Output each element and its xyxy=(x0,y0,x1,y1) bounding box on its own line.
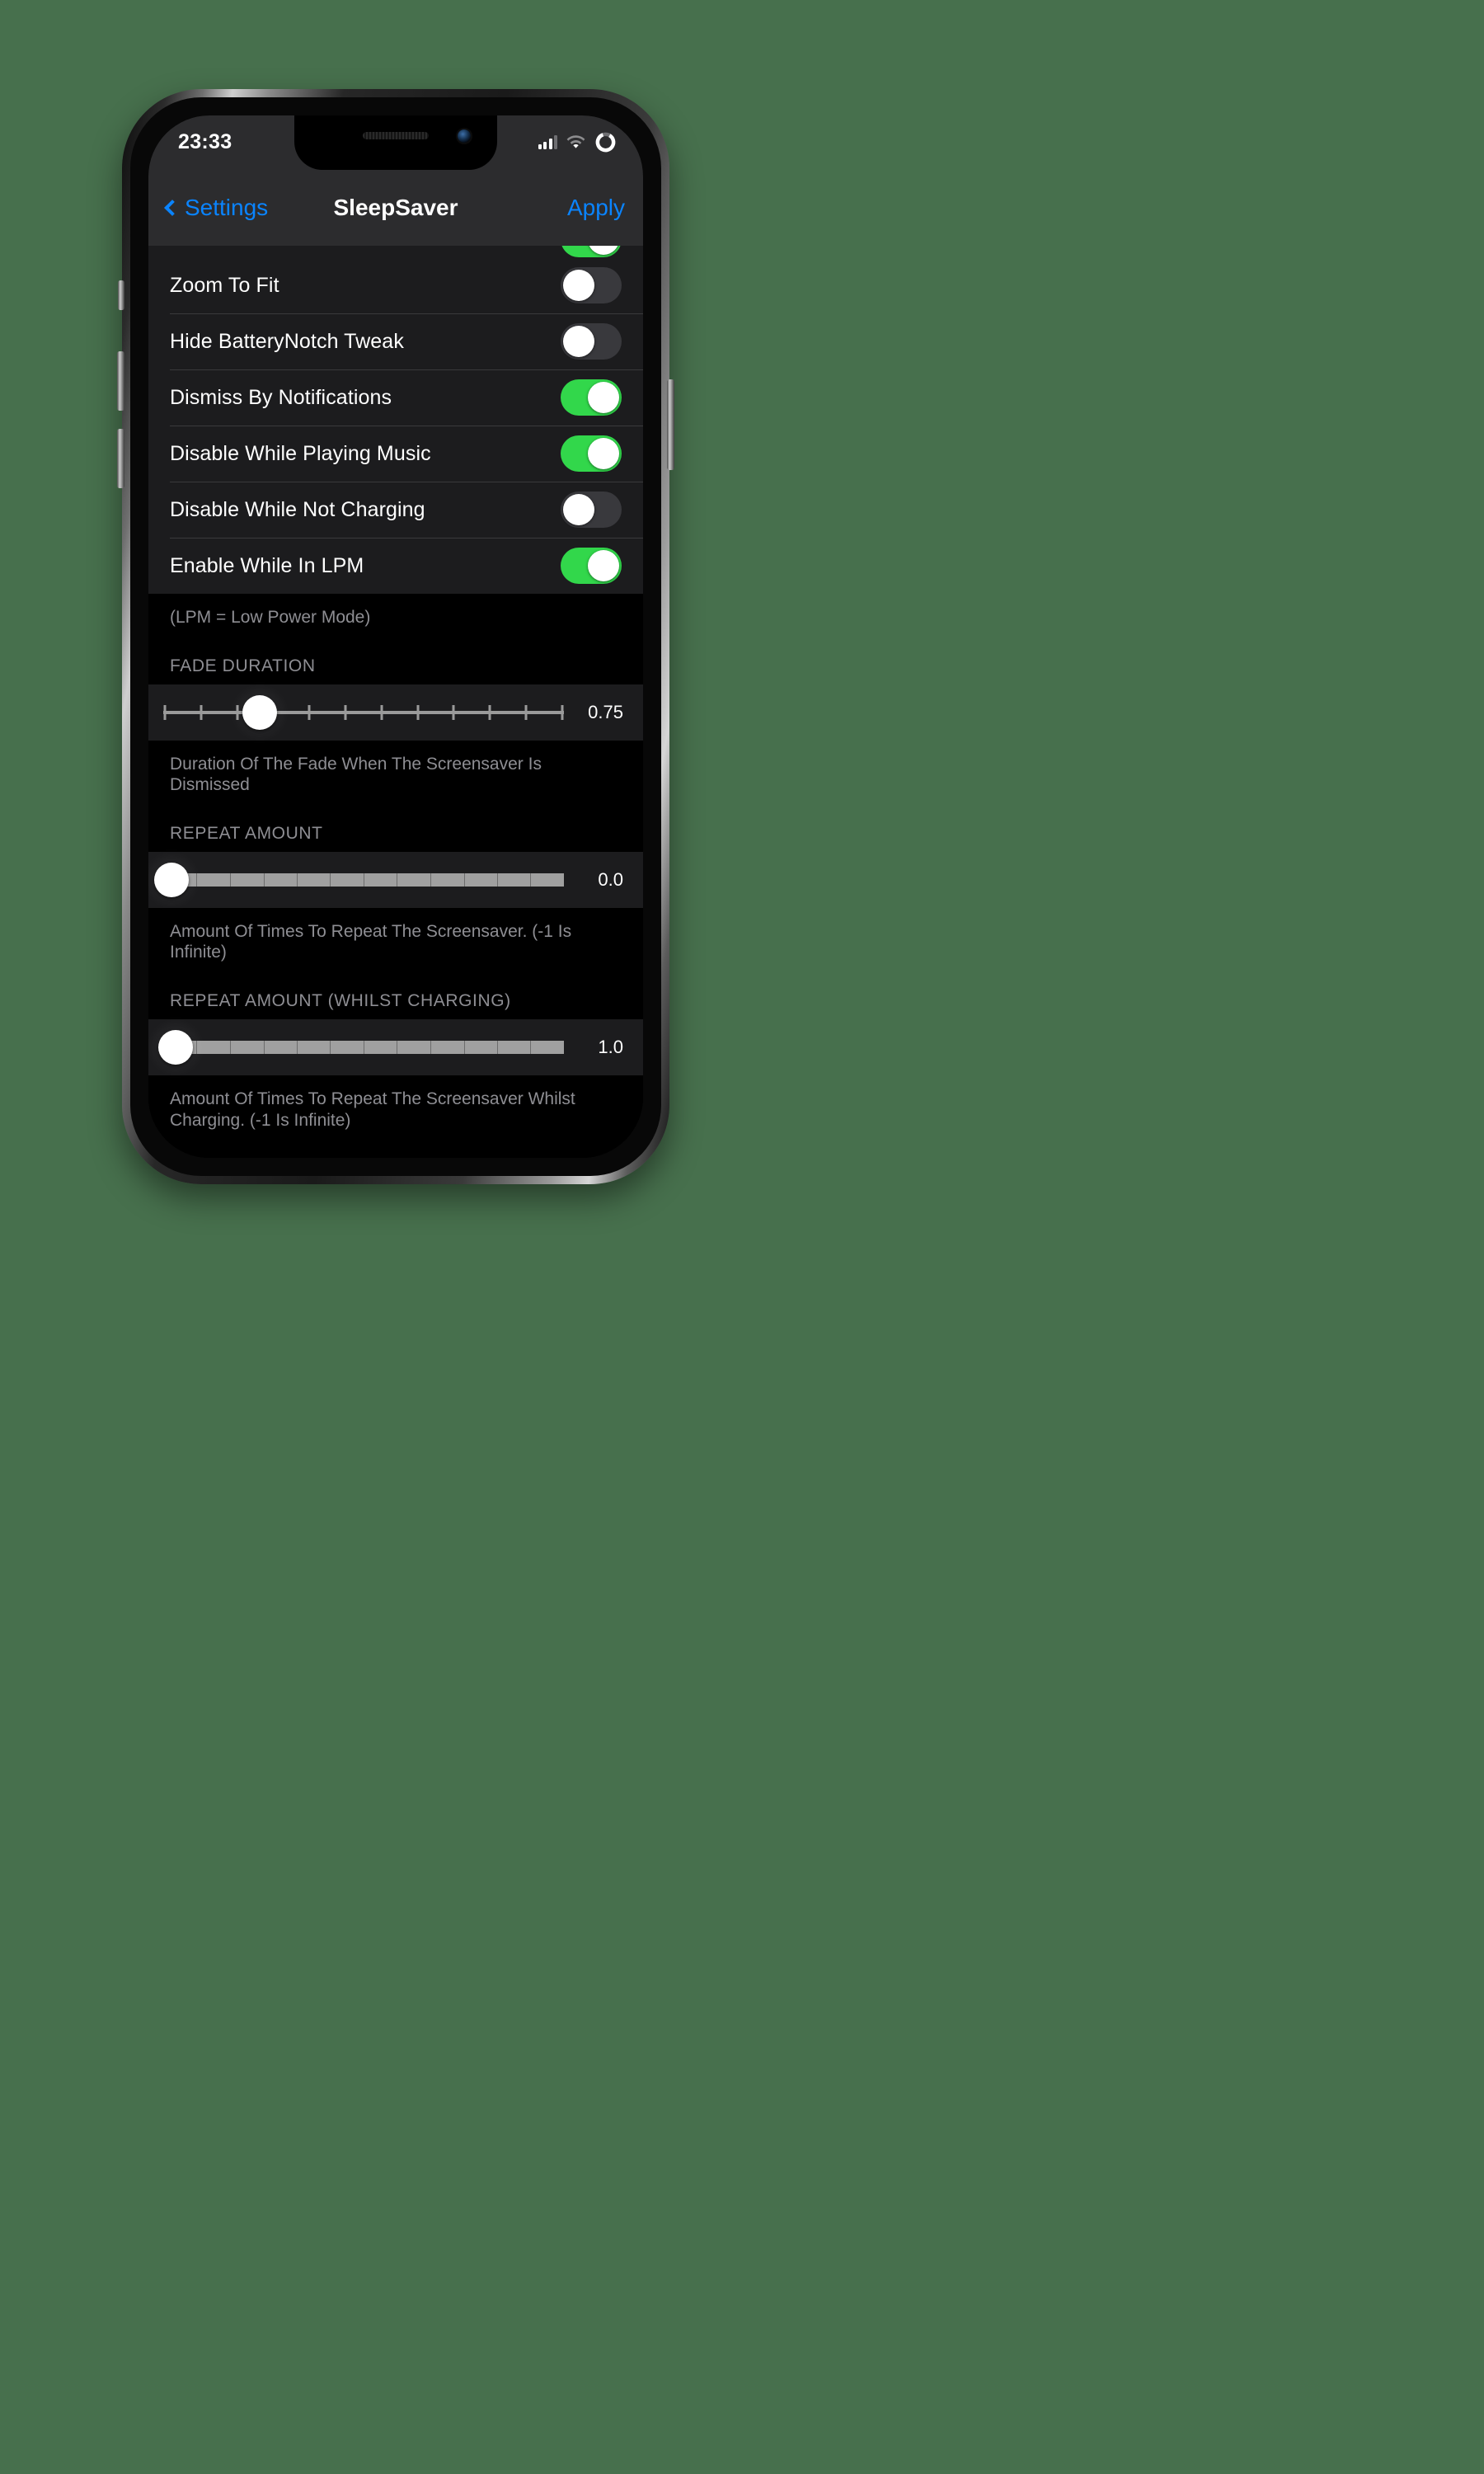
section-header-fade-duration: FADE DURATION xyxy=(148,628,643,684)
row-label: Enable While In LPM xyxy=(170,553,364,577)
earpiece-speaker-icon xyxy=(363,132,429,139)
footer-text: Amount Of Times To Repeat The Screensave… xyxy=(170,1089,575,1130)
row-label: Zoom To Fit xyxy=(170,273,279,297)
toggle-knob xyxy=(563,326,594,357)
status-bar-icons xyxy=(538,131,619,155)
section-header-repeat-amount-charging: REPEAT AMOUNT (WHILST CHARGING) xyxy=(148,963,643,1020)
status-bar-clock: 23:33 xyxy=(178,129,232,153)
settings-list[interactable]: Zoom To Fit Hide BatteryNotch Tweak Dism… xyxy=(148,246,643,1158)
slider-row-repeat-amount-charging[interactable]: 1.0 xyxy=(148,1019,643,1076)
slider-track-wrapper[interactable] xyxy=(157,1029,564,1065)
wifi-icon xyxy=(566,134,585,148)
section-header-repeat-amount: REPEAT AMOUNT xyxy=(148,795,643,852)
page-title: SleepSaver xyxy=(333,195,458,220)
phone-screen: 23:33 Settings SleepSaver Apply Zoom To … xyxy=(148,115,643,1158)
table-row[interactable]: Disable While Not Charging xyxy=(148,482,643,538)
row-label: Dismiss By Notifications xyxy=(170,385,392,409)
navigation-bar: Settings SleepSaver Apply xyxy=(148,170,643,246)
display-notch xyxy=(294,115,497,170)
section-footer-repeat-amount-charging: Amount Of Times To Repeat The Screensave… xyxy=(148,1075,643,1131)
slider-track xyxy=(163,1038,564,1056)
cellular-signal-icon xyxy=(538,134,557,149)
app-screen: 23:33 Settings SleepSaver Apply Zoom To … xyxy=(148,115,643,1158)
slider-track-wrapper[interactable] xyxy=(153,862,564,898)
slider-thumb-fade-duration[interactable] xyxy=(242,694,277,730)
toggle-zoom-to-fit[interactable] xyxy=(561,267,622,303)
toggle-disable-while-playing-music[interactable] xyxy=(561,435,622,472)
toggle-disable-while-not-charging[interactable] xyxy=(561,492,622,528)
toggle-knob xyxy=(588,382,619,413)
toggle-hide-batterynotch-tweak[interactable] xyxy=(561,323,622,360)
section-footer-repeat-amount: Amount Of Times To Repeat The Screensave… xyxy=(148,907,643,964)
toggle-enable-while-in-lpm[interactable] xyxy=(561,548,622,584)
phone-frame: 23:33 Settings SleepSaver Apply Zoom To … xyxy=(117,89,674,1184)
toggle-dismiss-by-notifications[interactable] xyxy=(561,379,622,416)
slider-value-fade-duration: 0.75 xyxy=(588,701,623,722)
slider-track xyxy=(163,704,564,721)
table-row[interactable]: Dismiss By Notifications xyxy=(148,369,643,426)
toggle-knob xyxy=(563,494,594,525)
section-footer-lpm: (LPM = Low Power Mode) xyxy=(148,594,643,628)
volume-down-button[interactable] xyxy=(117,429,124,488)
toggle-knob xyxy=(588,438,619,469)
slider-track-wrapper[interactable] xyxy=(163,694,564,731)
front-camera-icon xyxy=(458,129,471,143)
slider-row-fade-duration[interactable]: 0.75 xyxy=(148,684,643,741)
row-label: Disable While Playing Music xyxy=(170,441,431,465)
slider-thumb-repeat-amount-charging[interactable] xyxy=(157,1030,193,1065)
row-label: Disable While Not Charging xyxy=(170,497,425,521)
back-button-label: Settings xyxy=(185,195,269,220)
slider-row-repeat-amount[interactable]: 0.0 xyxy=(148,851,643,908)
slider-thumb-repeat-amount[interactable] xyxy=(153,862,189,897)
slider-value-repeat-amount-charging: 1.0 xyxy=(598,1037,623,1058)
volume-up-button[interactable] xyxy=(117,351,124,411)
table-row[interactable]: Hide BatteryNotch Tweak xyxy=(148,313,643,369)
toggle-knob xyxy=(588,550,619,581)
mute-switch-button[interactable] xyxy=(118,280,124,310)
slider-bar xyxy=(163,710,564,714)
slider-value-repeat-amount: 0.0 xyxy=(598,868,623,890)
toggle-switch[interactable] xyxy=(561,246,622,257)
table-row[interactable]: Disable While Playing Music xyxy=(148,426,643,482)
section-footer-fade-duration: Duration Of The Fade When The Screensave… xyxy=(148,740,643,796)
list-bottom-spacer xyxy=(148,1131,643,1158)
apply-button[interactable]: Apply xyxy=(567,195,625,221)
back-button[interactable]: Settings xyxy=(164,195,269,221)
toggle-knob xyxy=(588,246,619,255)
power-button[interactable] xyxy=(667,379,674,470)
battery-ring-icon xyxy=(595,132,616,152)
row-label: Hide BatteryNotch Tweak xyxy=(170,329,404,353)
chevron-left-icon xyxy=(164,200,181,216)
footer-text: Duration Of The Fade When The Screensave… xyxy=(170,754,542,795)
slider-track xyxy=(163,871,564,889)
phone-bezel: 23:33 Settings SleepSaver Apply Zoom To … xyxy=(130,97,661,1176)
footer-text: Amount Of Times To Repeat The Screensave… xyxy=(170,921,572,962)
table-row[interactable]: Enable While In LPM xyxy=(148,538,643,594)
toggle-knob xyxy=(563,270,594,301)
table-row-partial[interactable] xyxy=(148,246,643,257)
footer-text: (LPM = Low Power Mode) xyxy=(170,608,371,627)
table-row[interactable]: Zoom To Fit xyxy=(148,257,643,313)
